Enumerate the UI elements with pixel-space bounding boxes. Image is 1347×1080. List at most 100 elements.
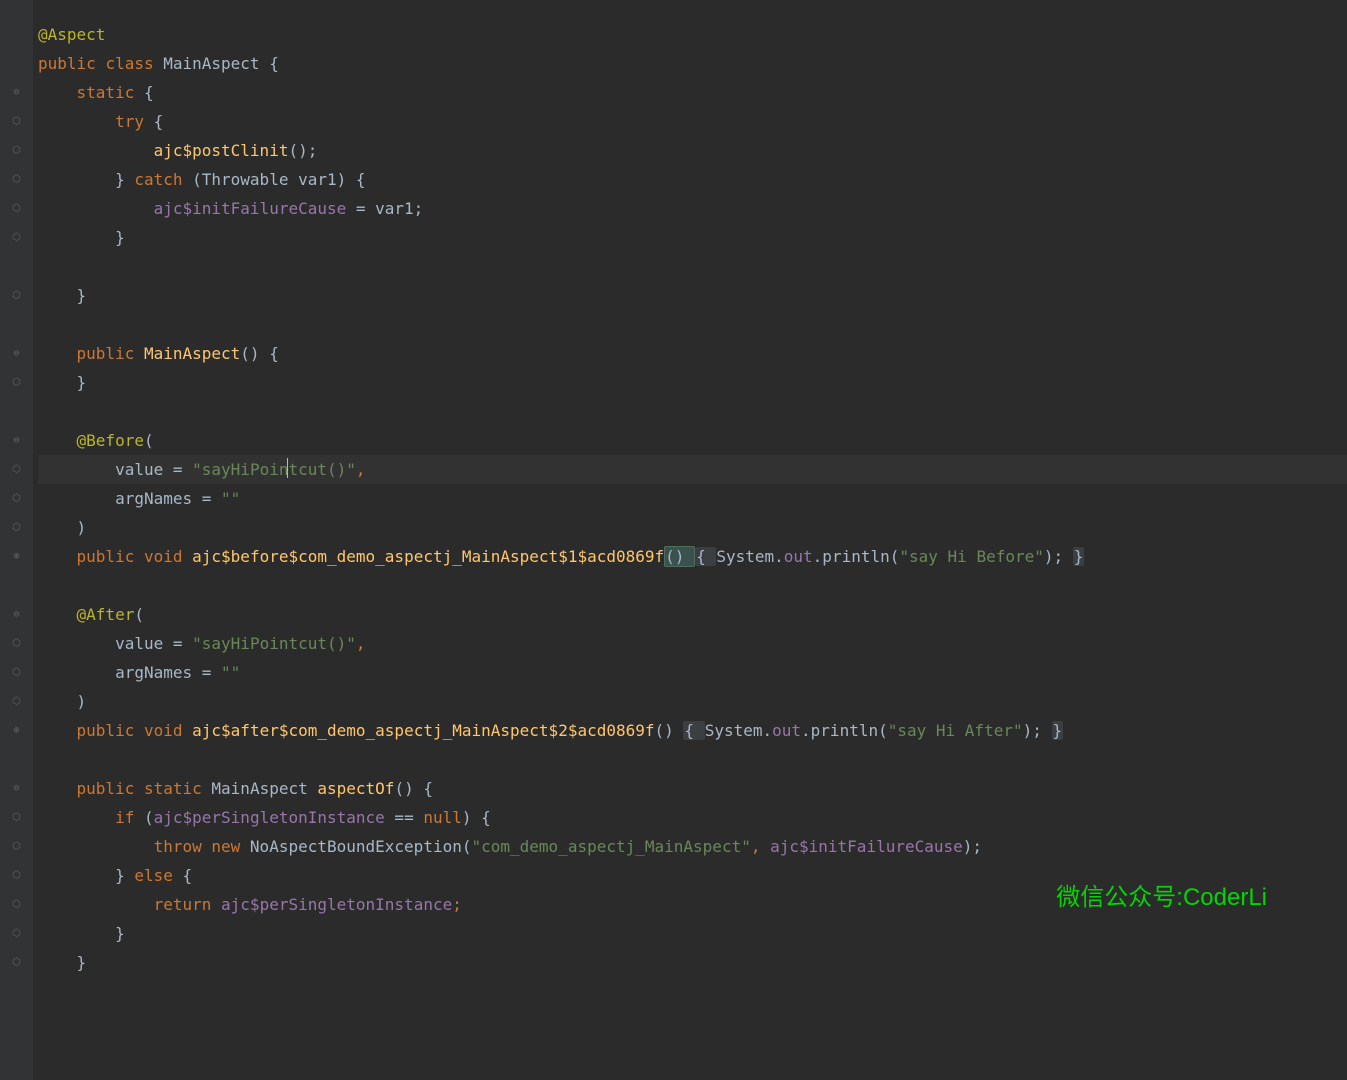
code-line: } xyxy=(38,281,1347,310)
fold-pin-icon: ⬡ xyxy=(0,368,33,397)
code-line: public void ajc$after$com_demo_aspectj_M… xyxy=(38,716,1347,745)
code-line: @Before( xyxy=(38,426,1347,455)
fold-pin-icon: ⬡ xyxy=(0,658,33,687)
keyword-token: public xyxy=(38,721,144,740)
punct-token: ); xyxy=(963,837,982,856)
brace-token: } xyxy=(38,286,86,305)
code-line: try { xyxy=(38,107,1347,136)
keyword-token: return xyxy=(38,895,221,914)
keyword-token: void xyxy=(144,547,192,566)
punct-token: = xyxy=(192,489,221,508)
punct-token: () { xyxy=(394,779,433,798)
ref-token: .println( xyxy=(801,721,888,740)
fold-minus-icon[interactable]: ⊖ xyxy=(0,774,33,803)
fold-minus-icon[interactable]: ⊖ xyxy=(0,600,33,629)
keyword-token: public xyxy=(38,54,105,73)
code-line: return ajc$perSingletonInstance; xyxy=(38,890,1347,919)
gutter-fold-column: ⊖ ⬡ ⬡ ⬡ ⬡ ⬡ ⬡ ⊖ ⬡ ⊖ ⬡ ⬡ ⬡ ⊕ ⊖ ⬡ ⬡ ⬡ ⊕ ⊖ … xyxy=(0,20,33,977)
code-line xyxy=(38,571,1347,600)
editor-gutter: ⊖ ⬡ ⬡ ⬡ ⬡ ⬡ ⬡ ⊖ ⬡ ⊖ ⬡ ⬡ ⬡ ⊕ ⊖ ⬡ ⬡ ⬡ ⊕ ⊖ … xyxy=(0,0,34,1080)
fold-minus-icon[interactable]: ⊖ xyxy=(0,78,33,107)
code-line: } xyxy=(38,368,1347,397)
code-line: public static MainAspect aspectOf() { xyxy=(38,774,1347,803)
keyword-token: class xyxy=(105,54,163,73)
code-line: ) xyxy=(38,687,1347,716)
paren-token: (Throwable var1) { xyxy=(192,170,365,189)
punct-token: ); xyxy=(1044,547,1073,566)
punct-token: () xyxy=(655,721,684,740)
string-token: tcut()" xyxy=(288,460,355,479)
code-line: value = "sayHiPointcut()", xyxy=(38,629,1347,658)
annotation-token: @Aspect xyxy=(38,25,105,44)
string-token: "say Hi After" xyxy=(888,721,1023,740)
code-line: } xyxy=(38,948,1347,977)
keyword-token: public xyxy=(38,779,144,798)
brace-token: } xyxy=(38,373,86,392)
string-token: "com_demo_aspectj_MainAspect" xyxy=(471,837,750,856)
punct-token: ) { xyxy=(462,808,491,827)
fold-pin-icon: ⬡ xyxy=(0,513,33,542)
punct-token: = xyxy=(163,634,192,653)
keyword-token: static xyxy=(38,83,144,102)
fold-plus-icon[interactable]: ⊕ xyxy=(0,716,33,745)
keyword-token: else xyxy=(134,866,182,885)
string-token: "sayHiPointcut()" xyxy=(192,634,356,653)
code-editor[interactable]: ⊖ ⬡ ⬡ ⬡ ⬡ ⬡ ⬡ ⊖ ⬡ ⊖ ⬡ ⬡ ⬡ ⊕ ⊖ ⬡ ⬡ ⬡ ⊕ ⊖ … xyxy=(0,0,1347,1080)
gutter-blank xyxy=(0,252,33,281)
indent-token xyxy=(38,663,115,682)
fold-minus-icon[interactable]: ⊖ xyxy=(0,426,33,455)
fold-pin-icon: ⬡ xyxy=(0,455,33,484)
gutter-blank xyxy=(0,310,33,339)
keyword-token: void xyxy=(144,721,192,740)
ref-token: .println( xyxy=(813,547,900,566)
keyword-token: try xyxy=(38,112,154,131)
field-token: ajc$perSingletonInstance xyxy=(221,895,452,914)
string-token: "" xyxy=(221,489,240,508)
field-token: ajc$initFailureCause xyxy=(154,199,347,218)
code-line xyxy=(38,745,1347,774)
code-line: } else { xyxy=(38,861,1347,890)
fold-plus-icon[interactable]: ⊕ xyxy=(0,542,33,571)
code-line: if (ajc$perSingletonInstance == null) { xyxy=(38,803,1347,832)
keyword-token: static xyxy=(144,779,211,798)
gutter-blank xyxy=(0,397,33,426)
op-token: == xyxy=(385,808,424,827)
fold-pin-icon: ⬡ xyxy=(0,861,33,890)
punct-token: = xyxy=(163,460,192,479)
field-token: ajc$initFailureCause xyxy=(770,837,963,856)
punct-token: (); xyxy=(288,141,317,160)
punct-token: () { xyxy=(240,344,279,363)
code-line: } catch (Throwable var1) { xyxy=(38,165,1347,194)
fold-pin-icon: ⬡ xyxy=(0,832,33,861)
attr-token: value xyxy=(115,460,163,479)
keyword-token: if xyxy=(38,808,144,827)
method-token: ajc$after$com_demo_aspectj_MainAspect$2$… xyxy=(192,721,654,740)
string-token: "say Hi Before" xyxy=(899,547,1044,566)
brace-token: { xyxy=(683,721,704,740)
paren-match-token: () xyxy=(664,546,695,567)
ref-token: System. xyxy=(716,547,783,566)
code-line: @After( xyxy=(38,600,1347,629)
field-token: out xyxy=(784,547,813,566)
keyword-token: null xyxy=(423,808,462,827)
indent-token: } xyxy=(38,170,134,189)
type-token: NoAspectBoundException( xyxy=(250,837,472,856)
code-line: ) xyxy=(38,513,1347,542)
attr-token: argNames xyxy=(115,489,192,508)
fold-pin-icon: ⬡ xyxy=(0,165,33,194)
keyword-token: public xyxy=(38,344,144,363)
indent-token xyxy=(38,460,115,479)
brace-token: } xyxy=(38,953,86,972)
fold-pin-icon: ⬡ xyxy=(0,281,33,310)
code-text-area[interactable]: @Aspect public class MainAspect { static… xyxy=(34,0,1347,1080)
code-line: argNames = "" xyxy=(38,658,1347,687)
code-line: ajc$postClinit(); xyxy=(38,136,1347,165)
brace-token: } xyxy=(1073,547,1085,566)
method-token: ajc$before$com_demo_aspectj_MainAspect$1… xyxy=(192,547,664,566)
fold-minus-icon[interactable]: ⊖ xyxy=(0,339,33,368)
type-token: MainAspect xyxy=(211,779,317,798)
punct-token: ( xyxy=(134,605,144,624)
code-line: @Aspect xyxy=(38,20,1347,49)
gutter-blank xyxy=(0,20,33,49)
fold-pin-icon: ⬡ xyxy=(0,890,33,919)
